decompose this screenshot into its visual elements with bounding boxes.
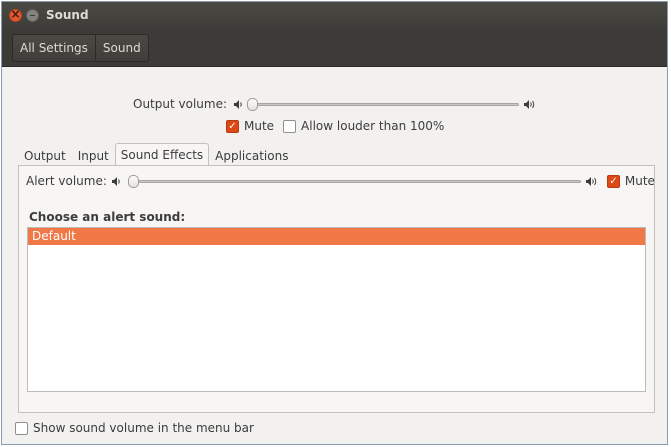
allow-louder-checkbox[interactable] [283, 119, 297, 133]
minimize-icon[interactable] [26, 9, 39, 22]
output-volume-label: Output volume: [133, 97, 227, 111]
close-icon[interactable] [9, 7, 22, 22]
tab-sound-effects[interactable]: Sound Effects [114, 143, 210, 166]
output-options-row: ✓ Mute Allow louder than 100% [226, 118, 444, 134]
output-volume-slider-knob[interactable] [247, 97, 258, 111]
alert-volume-row: Alert volume: ✓ Mute [26, 173, 655, 189]
speaker-high-icon [585, 176, 598, 187]
tab-bar: Output Input Sound Effects Applications [18, 143, 294, 166]
title-bar: Sound [2, 2, 667, 30]
window-title: Sound [46, 8, 89, 22]
alert-volume-slider[interactable] [127, 174, 581, 188]
speaker-high-icon [523, 99, 536, 110]
tab-applications[interactable]: Applications [209, 145, 294, 166]
alert-volume-label: Alert volume: [26, 174, 107, 188]
sound-crumb-button[interactable]: Sound [94, 35, 148, 61]
main-content: Output volume: ✓ Mute Allow louder than … [2, 67, 667, 444]
output-volume-row: Output volume: [133, 96, 536, 112]
toolbar: All Settings Sound [2, 30, 667, 67]
allow-louder-label: Allow louder than 100% [301, 119, 445, 133]
tab-output[interactable]: Output [18, 145, 72, 166]
output-mute-checkbox[interactable]: ✓ [226, 119, 239, 133]
show-volume-menu-bar-checkbox[interactable] [15, 421, 28, 435]
breadcrumb: All Settings Sound [12, 34, 149, 62]
sound-effects-panel: Alert volume: ✓ Mute Choose an alert sou… [18, 165, 655, 413]
all-settings-button[interactable]: All Settings [13, 35, 95, 61]
choose-alert-sound-heading: Choose an alert sound: [29, 210, 186, 224]
sound-settings-window: Sound All Settings Sound Output volume: … [1, 1, 668, 445]
tab-input[interactable]: Input [72, 145, 115, 166]
menu-bar-option-row: Show sound volume in the menu bar [15, 420, 254, 436]
show-volume-menu-bar-label: Show sound volume in the menu bar [33, 421, 254, 435]
alert-mute-checkbox[interactable]: ✓ [606, 174, 620, 188]
alert-mute-label: Mute [624, 174, 655, 188]
speaker-low-icon [232, 99, 244, 110]
output-mute-label: Mute [244, 119, 275, 133]
list-item[interactable]: Default [28, 228, 645, 245]
alert-volume-slider-knob[interactable] [127, 174, 139, 188]
output-volume-slider[interactable] [247, 97, 519, 111]
speaker-low-icon [111, 176, 123, 187]
alert-sound-list[interactable]: Default [27, 227, 646, 392]
